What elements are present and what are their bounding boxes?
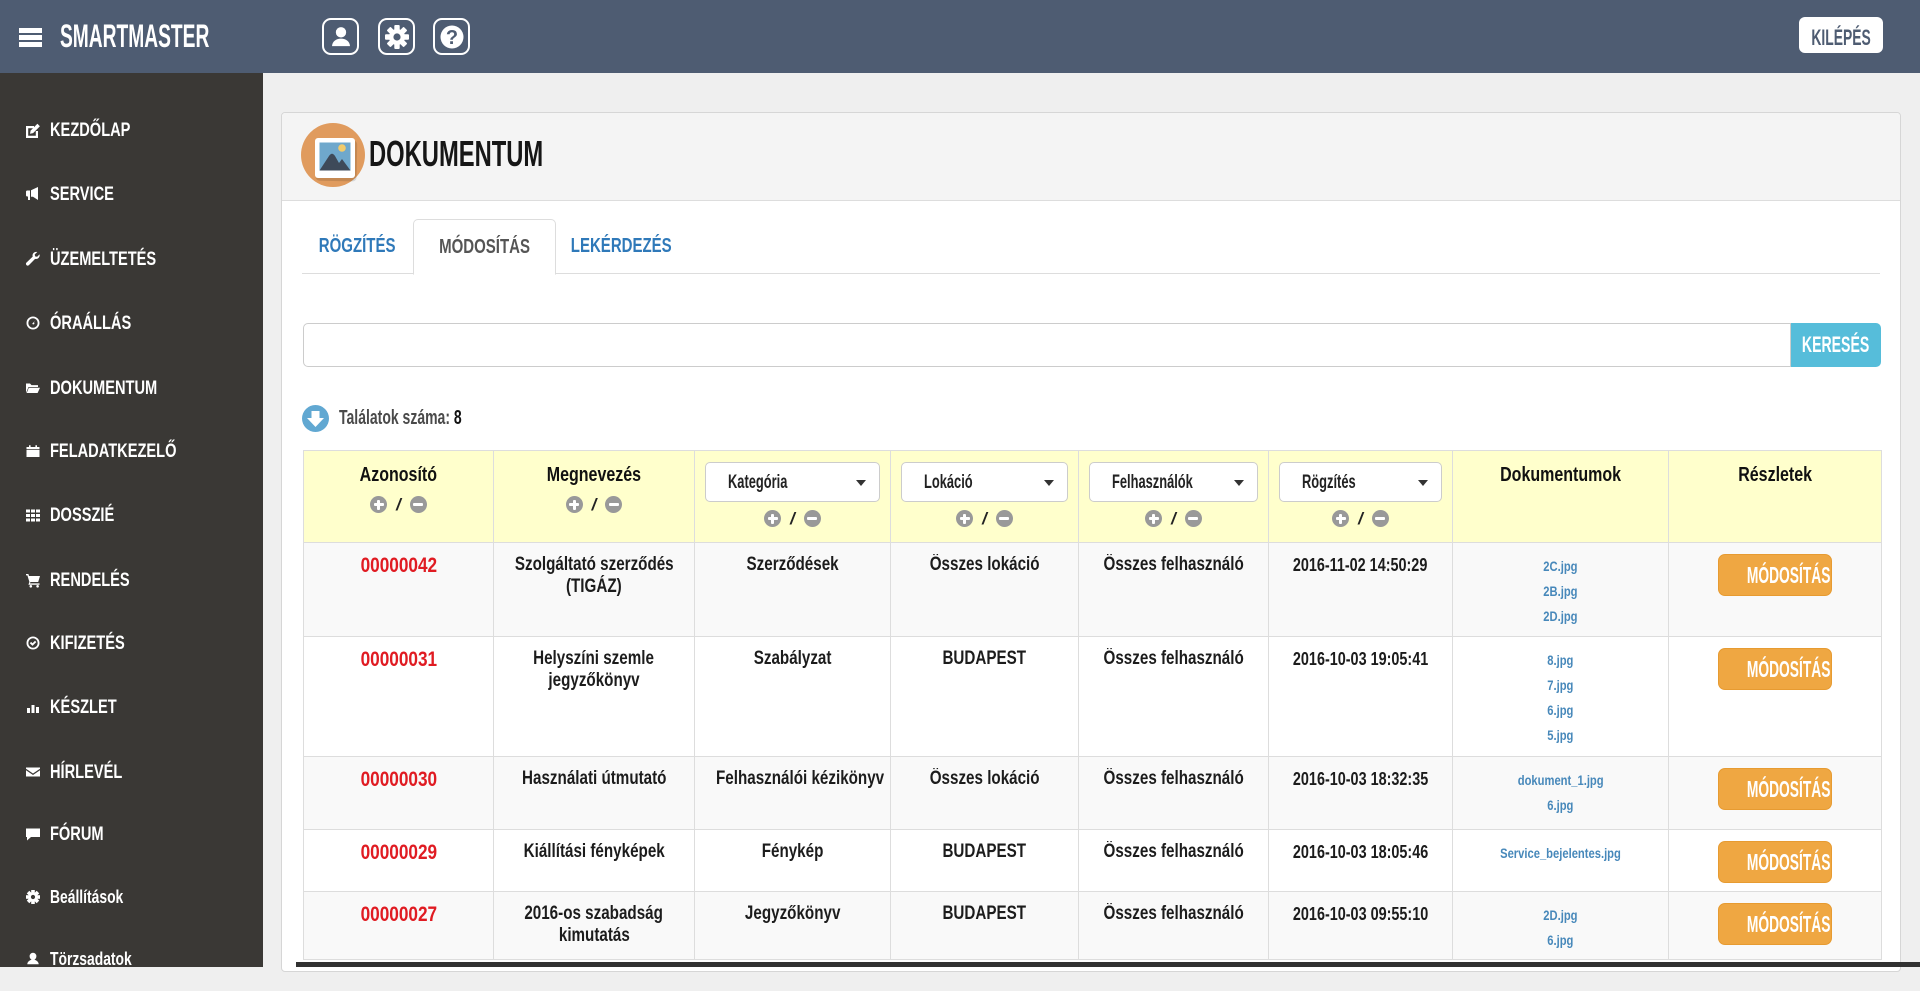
svg-text:?: ?: [445, 27, 457, 49]
